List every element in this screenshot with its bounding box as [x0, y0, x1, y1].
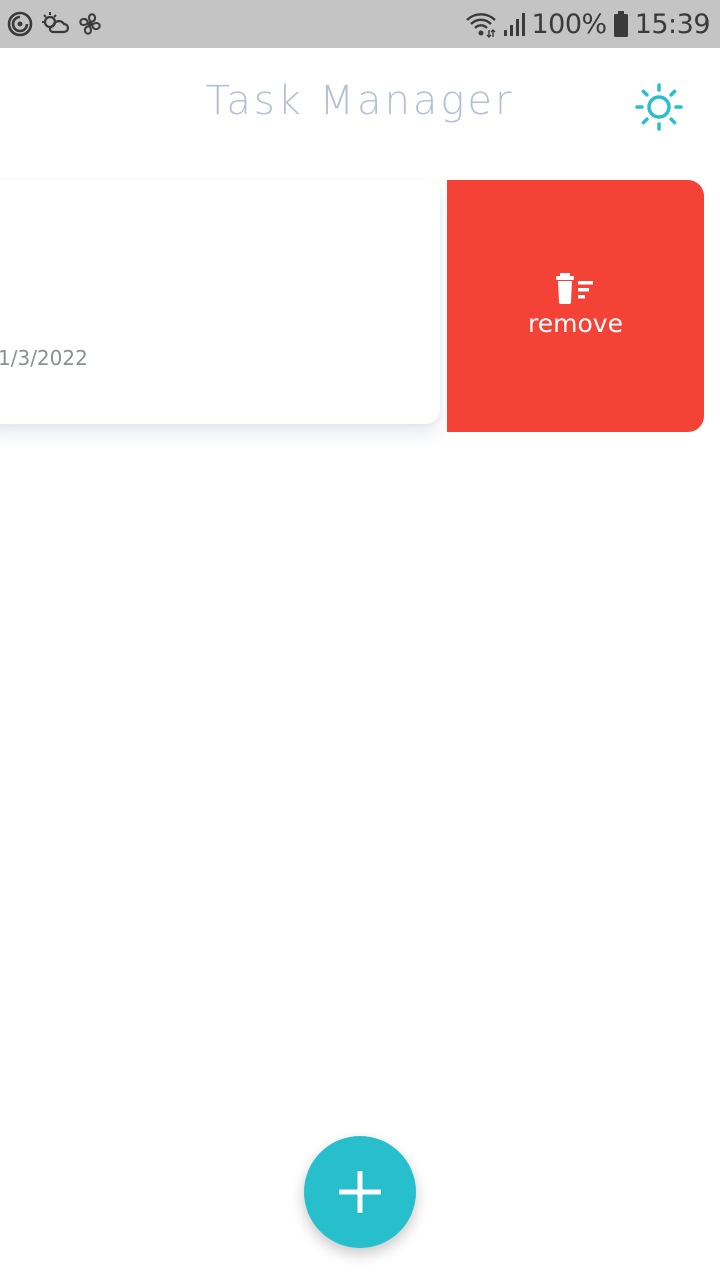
fan-icon — [76, 10, 104, 38]
status-bar: 100% 15:39 — [0, 0, 720, 48]
clock: 15:39 — [634, 8, 711, 40]
sync-icon — [6, 10, 34, 38]
plus-icon — [339, 1171, 381, 1213]
wifi-icon — [465, 10, 497, 38]
battery-icon — [613, 10, 629, 38]
theme-toggle-button[interactable] — [630, 78, 688, 136]
signal-icon — [503, 10, 526, 38]
system-indicators: 100% 15:39 — [465, 8, 711, 40]
battery-percentage: 100% — [531, 8, 607, 40]
task-date: 1/3/2022 — [0, 346, 88, 370]
remove-button[interactable]: remove — [447, 180, 704, 432]
app-bar: Task Manager — [0, 48, 720, 160]
weather-icon — [40, 10, 70, 38]
notification-icons — [6, 9, 104, 39]
page-title: Task Manager — [205, 78, 515, 124]
add-task-button[interactable] — [304, 1136, 416, 1248]
trash-icon — [555, 272, 593, 304]
sun-icon — [635, 83, 683, 131]
task-card[interactable]: 1/3/2022 — [0, 180, 440, 424]
remove-label: remove — [528, 308, 623, 338]
